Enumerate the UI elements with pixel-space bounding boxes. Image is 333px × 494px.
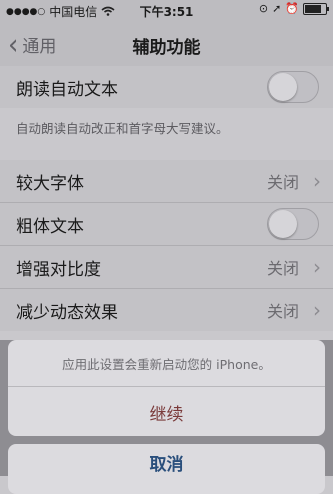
chevron-right-icon: ›	[313, 169, 321, 193]
group-speak-autotext: 朗读自动文本	[0, 66, 333, 108]
speak-autotext-toggle[interactable]	[267, 71, 319, 103]
battery-icon	[303, 2, 329, 15]
location-icon: ➚	[272, 2, 282, 15]
toggle-knob	[269, 210, 297, 238]
row-bold-text[interactable]: 粗体文本	[0, 203, 333, 246]
action-sheet: 应用此设置会重新启动您的 iPhone。 继续	[8, 340, 325, 436]
row-larger-text[interactable]: 较大字体 关闭 ›	[0, 160, 333, 203]
row-label: 增强对比度	[16, 259, 101, 280]
row-label: 朗读自动文本	[16, 79, 118, 100]
row-speak-autotext[interactable]: 朗读自动文本	[0, 66, 333, 108]
status-right: ⊙ ➚ ⏰	[258, 2, 329, 15]
row-value: 关闭	[266, 259, 299, 278]
bold-text-toggle[interactable]	[267, 208, 319, 240]
action-sheet-message: 应用此设置会重新启动您的 iPhone。	[8, 340, 325, 387]
rotation-lock-icon: ⊙	[258, 2, 269, 15]
status-bar: ●●●●○ 中国电信 下午3:51 ⊙ ➚ ⏰	[0, 0, 333, 22]
toggle-knob	[269, 73, 297, 101]
row-value: 关闭	[266, 173, 299, 192]
alarm-icon: ⏰	[285, 2, 299, 15]
speak-autotext-footnote: 自动朗读自动改正和首字母大写建议。	[16, 121, 229, 136]
row-label: 粗体文本	[16, 216, 84, 237]
chevron-right-icon: ›	[313, 255, 321, 279]
chevron-right-icon: ›	[313, 298, 321, 322]
group-display: 较大字体 关闭 › 粗体文本 增强对比度 关闭 › 减少动态效果 关闭 ›	[0, 160, 333, 331]
row-label: 减少动态效果	[16, 302, 118, 323]
navigation-bar: ‹ 通用 辅助功能	[0, 22, 333, 67]
row-value: 关闭	[266, 302, 299, 321]
row-reduce-motion[interactable]: 减少动态效果 关闭 ›	[0, 289, 333, 331]
row-increase-contrast[interactable]: 增强对比度 关闭 ›	[0, 246, 333, 289]
row-label: 较大字体	[16, 173, 84, 194]
cancel-button[interactable]: 取消	[8, 444, 325, 494]
page-title: 辅助功能	[132, 38, 201, 58]
continue-button[interactable]: 继续	[8, 387, 325, 436]
